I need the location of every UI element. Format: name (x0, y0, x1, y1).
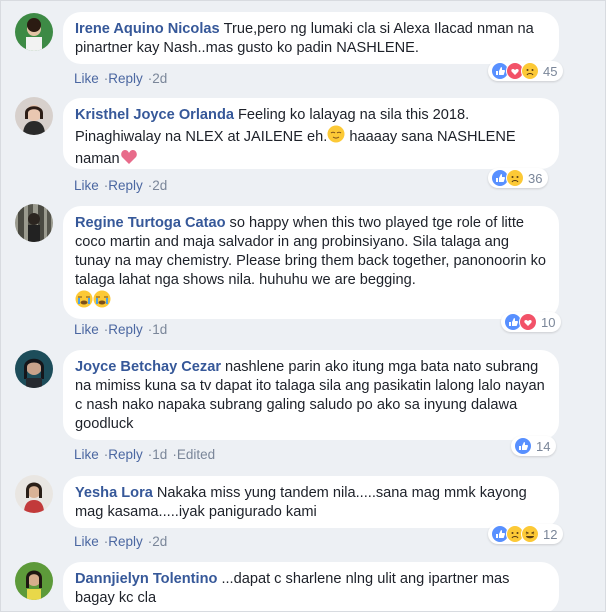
comment-time[interactable]: 1d (152, 447, 167, 462)
reaction-count: 14 (536, 438, 551, 454)
reactions-summary[interactable]: 45 (488, 61, 564, 81)
like-link[interactable]: Like (74, 447, 99, 462)
reaction-count: 45 (543, 63, 558, 79)
like-link[interactable]: Like (74, 322, 99, 337)
haha-icon (521, 525, 539, 543)
comment-author[interactable]: Dannjielyn Tolentino (75, 571, 217, 587)
comments-panel: Irene Aquino Nicolas True,pero ng lumaki … (0, 0, 606, 612)
reactions-summary[interactable]: 10 (501, 312, 562, 332)
pink-heart-emoji-icon (120, 149, 138, 171)
sad-icon (506, 169, 524, 187)
reaction-count: 36 (528, 170, 543, 186)
comment-author[interactable]: Regine Turtoga Catao (75, 215, 226, 231)
like-link[interactable]: Like (74, 71, 99, 86)
comment-author[interactable]: Yesha Lora (75, 485, 153, 501)
avatar[interactable] (15, 350, 53, 388)
avatar[interactable] (15, 13, 53, 51)
comment-time[interactable]: 2d (152, 178, 167, 193)
reactions-summary[interactable]: 14 (511, 436, 557, 456)
sad-icon (521, 62, 539, 80)
avatar[interactable] (15, 562, 53, 600)
comment-author[interactable]: Kristhel Joyce Orlanda (75, 107, 234, 123)
reply-link[interactable]: Reply (108, 178, 143, 193)
comment-bubble: Joyce Betchay Cezar nashlene parin ako it… (63, 350, 559, 440)
comment-bubble: Irene Aquino Nicolas True,pero ng lumaki … (63, 12, 559, 64)
reply-link[interactable]: Reply (108, 534, 143, 549)
reply-link[interactable]: Reply (108, 322, 143, 337)
reaction-count: 10 (541, 314, 556, 330)
comment-bubble: Yesha Lora Nakaka miss yung tandem nila..… (63, 476, 559, 528)
love-icon (519, 313, 537, 331)
avatar[interactable] (15, 97, 53, 135)
like-link[interactable]: Like (74, 534, 99, 549)
comment-bubble: Kristhel Joyce Orlanda Feeling ko lalayag… (63, 98, 559, 169)
crying-face-emoji-icon (75, 290, 93, 314)
avatar[interactable] (15, 204, 53, 242)
crying-face-emoji-icon (93, 290, 111, 314)
comment-author[interactable]: Joyce Betchay Cezar (75, 359, 221, 375)
reactions-summary[interactable]: 12 (488, 524, 564, 544)
comment-bubble: Dannjielyn Tolentino ...dapat c sharlene … (63, 562, 559, 611)
like-link[interactable]: Like (74, 178, 99, 193)
comment-time[interactable]: 1d (152, 322, 167, 337)
like-icon (514, 437, 532, 455)
reactions-summary[interactable]: 36 (488, 168, 549, 188)
reaction-count: 12 (543, 526, 558, 542)
comment-author[interactable]: Irene Aquino Nicolas (75, 21, 220, 37)
avatar[interactable] (15, 475, 53, 513)
reply-link[interactable]: Reply (108, 447, 143, 462)
reply-link[interactable]: Reply (108, 71, 143, 86)
comment-time[interactable]: 2d (152, 71, 167, 86)
comment-bubble: Regine Turtoga Catao so happy when this t… (63, 206, 559, 319)
comment-time[interactable]: 2d (152, 534, 167, 549)
relieved-face-emoji-icon (327, 125, 345, 149)
edited-label[interactable]: Edited (177, 447, 215, 462)
